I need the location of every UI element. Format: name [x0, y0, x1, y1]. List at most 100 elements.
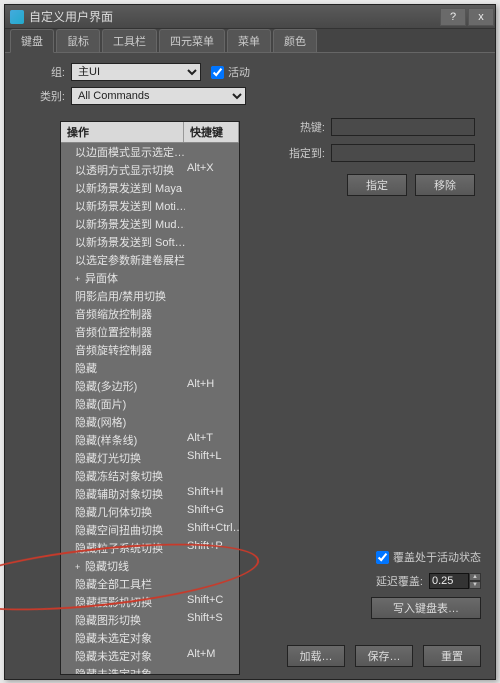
action-cell: 隐藏几何体切换: [63, 503, 185, 521]
action-cell: 隐藏未选定对象: [63, 665, 185, 675]
action-cell: 隐藏全部工具栏: [63, 575, 185, 593]
table-row[interactable]: 隐藏(样条线)Alt+T: [61, 431, 239, 449]
action-cell: 隐藏图形切换: [63, 611, 185, 629]
shortcut-cell: [185, 665, 237, 675]
action-cell: 以边面模式显示选定…: [63, 143, 185, 161]
table-row[interactable]: 隐藏(多边形)Alt+H: [61, 377, 239, 395]
hotkey-input[interactable]: [331, 118, 475, 136]
table-row[interactable]: 以透明方式显示切换Alt+X: [61, 161, 239, 179]
help-button[interactable]: ?: [440, 8, 466, 26]
table-row[interactable]: +隐藏切线: [61, 557, 239, 575]
col-key[interactable]: 快捷键: [184, 122, 239, 142]
shortcut-cell: Shift+G: [185, 503, 237, 521]
table-row[interactable]: 音频旋转控制器: [61, 341, 239, 359]
table-row[interactable]: 隐藏图形切换Shift+S: [61, 611, 239, 629]
active-checkbox[interactable]: [211, 66, 224, 79]
remove-button[interactable]: 移除: [415, 174, 475, 196]
override-label: 覆盖处于活动状态: [393, 549, 481, 565]
title-bar: 自定义用户界面 ? x: [5, 5, 495, 29]
override-checkbox[interactable]: [376, 551, 389, 564]
action-cell: 隐藏粒子系统切换: [63, 539, 185, 557]
table-row[interactable]: 隐藏灯光切换Shift+L: [61, 449, 239, 467]
save-button[interactable]: 保存…: [355, 645, 413, 667]
table-row[interactable]: 隐藏未选定对象: [61, 629, 239, 647]
table-row[interactable]: 音频缩放控制器: [61, 305, 239, 323]
keyboard-panel: 组: 主UI 活动 类别: All Commands 操作 快捷键 以边面模式显…: [5, 53, 495, 679]
table-row[interactable]: 隐藏全部工具栏: [61, 575, 239, 593]
shortcut-cell: [185, 467, 237, 485]
category-label: 类别:: [15, 88, 65, 104]
group-label: 组:: [15, 64, 65, 80]
reset-button[interactable]: 重置: [423, 645, 481, 667]
table-row[interactable]: 以新场景发送到 Mud…: [61, 215, 239, 233]
col-action[interactable]: 操作: [61, 122, 184, 142]
override-area: 覆盖处于活动状态 延迟覆盖: ▲▼ 写入键盘表…: [371, 549, 481, 619]
category-select[interactable]: All Commands: [71, 87, 246, 105]
action-cell: +异面体: [63, 269, 185, 287]
shortcut-cell: [185, 557, 237, 575]
action-cell: +隐藏切线: [63, 557, 185, 575]
table-row[interactable]: 以新场景发送到 Soft…: [61, 233, 239, 251]
shortcut-cell: [185, 323, 237, 341]
action-cell: 音频缩放控制器: [63, 305, 185, 323]
tab-toolbar[interactable]: 工具栏: [102, 29, 157, 52]
action-cell: 隐藏灯光切换: [63, 449, 185, 467]
tab-bar: 键盘 鼠标 工具栏 四元菜单 菜单 颜色: [5, 29, 495, 53]
action-cell: 隐藏(面片): [63, 395, 185, 413]
tab-color[interactable]: 颜色: [273, 29, 317, 52]
footer-buttons: 加载… 保存… 重置: [287, 645, 481, 667]
table-row[interactable]: 以新场景发送到 Moti…: [61, 197, 239, 215]
spin-down-icon[interactable]: ▼: [469, 581, 481, 589]
table-row[interactable]: 隐藏未选定对象Alt+M: [61, 647, 239, 665]
tab-keyboard[interactable]: 键盘: [10, 29, 54, 53]
app-icon: [10, 10, 24, 24]
table-row[interactable]: 以选定参数新建卷展栏: [61, 251, 239, 269]
action-cell: 以新场景发送到 Mud…: [63, 215, 185, 233]
table-row[interactable]: 隐藏(面片): [61, 395, 239, 413]
table-row[interactable]: 阴影启用/禁用切换: [61, 287, 239, 305]
table-header: 操作 快捷键: [61, 122, 239, 143]
shortcut-cell: [185, 233, 237, 251]
close-button[interactable]: x: [468, 8, 494, 26]
group-select[interactable]: 主UI: [71, 63, 201, 81]
table-row[interactable]: 隐藏粒子系统切换Shift+P: [61, 539, 239, 557]
table-row[interactable]: 隐藏辅助对象切换Shift+H: [61, 485, 239, 503]
assigned-input[interactable]: [331, 144, 475, 162]
table-row[interactable]: 隐藏(网格): [61, 413, 239, 431]
window-title: 自定义用户界面: [29, 8, 439, 25]
shortcut-cell: Alt+T: [185, 431, 237, 449]
delay-spinner[interactable]: ▲▼: [429, 573, 481, 589]
action-cell: 以透明方式显示切换: [63, 161, 185, 179]
shortcut-cell: [185, 575, 237, 593]
tab-menu[interactable]: 菜单: [227, 29, 271, 52]
action-cell: 音频旋转控制器: [63, 341, 185, 359]
shortcut-cell: Alt+X: [185, 161, 237, 179]
expander-icon[interactable]: +: [75, 562, 85, 572]
shortcut-cell: [185, 215, 237, 233]
spin-up-icon[interactable]: ▲: [469, 573, 481, 581]
table-row[interactable]: 隐藏摄影机切换Shift+C: [61, 593, 239, 611]
load-button[interactable]: 加载…: [287, 645, 345, 667]
table-row[interactable]: 音频位置控制器: [61, 323, 239, 341]
action-cell: 隐藏空间扭曲切换: [63, 521, 185, 539]
write-keyboard-button[interactable]: 写入键盘表…: [371, 597, 481, 619]
action-cell: 隐藏冻结对象切换: [63, 467, 185, 485]
action-cell: 以新场景发送到 Moti…: [63, 197, 185, 215]
assign-button[interactable]: 指定: [347, 174, 407, 196]
expander-icon[interactable]: +: [75, 274, 85, 284]
table-row[interactable]: 隐藏未选定对象: [61, 665, 239, 675]
table-row[interactable]: 隐藏空间扭曲切换Shift+Ctrl…: [61, 521, 239, 539]
table-row[interactable]: 隐藏: [61, 359, 239, 377]
table-row[interactable]: +异面体: [61, 269, 239, 287]
shortcut-cell: [185, 287, 237, 305]
shortcut-cell: [185, 305, 237, 323]
table-row[interactable]: 隐藏几何体切换Shift+G: [61, 503, 239, 521]
table-row[interactable]: 隐藏冻结对象切换: [61, 467, 239, 485]
tab-quadmenu[interactable]: 四元菜单: [159, 29, 225, 52]
table-body[interactable]: 以边面模式显示选定…以透明方式显示切换Alt+X以新场景发送到 Maya以新场景…: [61, 143, 239, 675]
tab-mouse[interactable]: 鼠标: [56, 29, 100, 52]
table-row[interactable]: 以新场景发送到 Maya: [61, 179, 239, 197]
shortcut-cell: [185, 269, 237, 287]
table-row[interactable]: 以边面模式显示选定…: [61, 143, 239, 161]
action-cell: 音频位置控制器: [63, 323, 185, 341]
